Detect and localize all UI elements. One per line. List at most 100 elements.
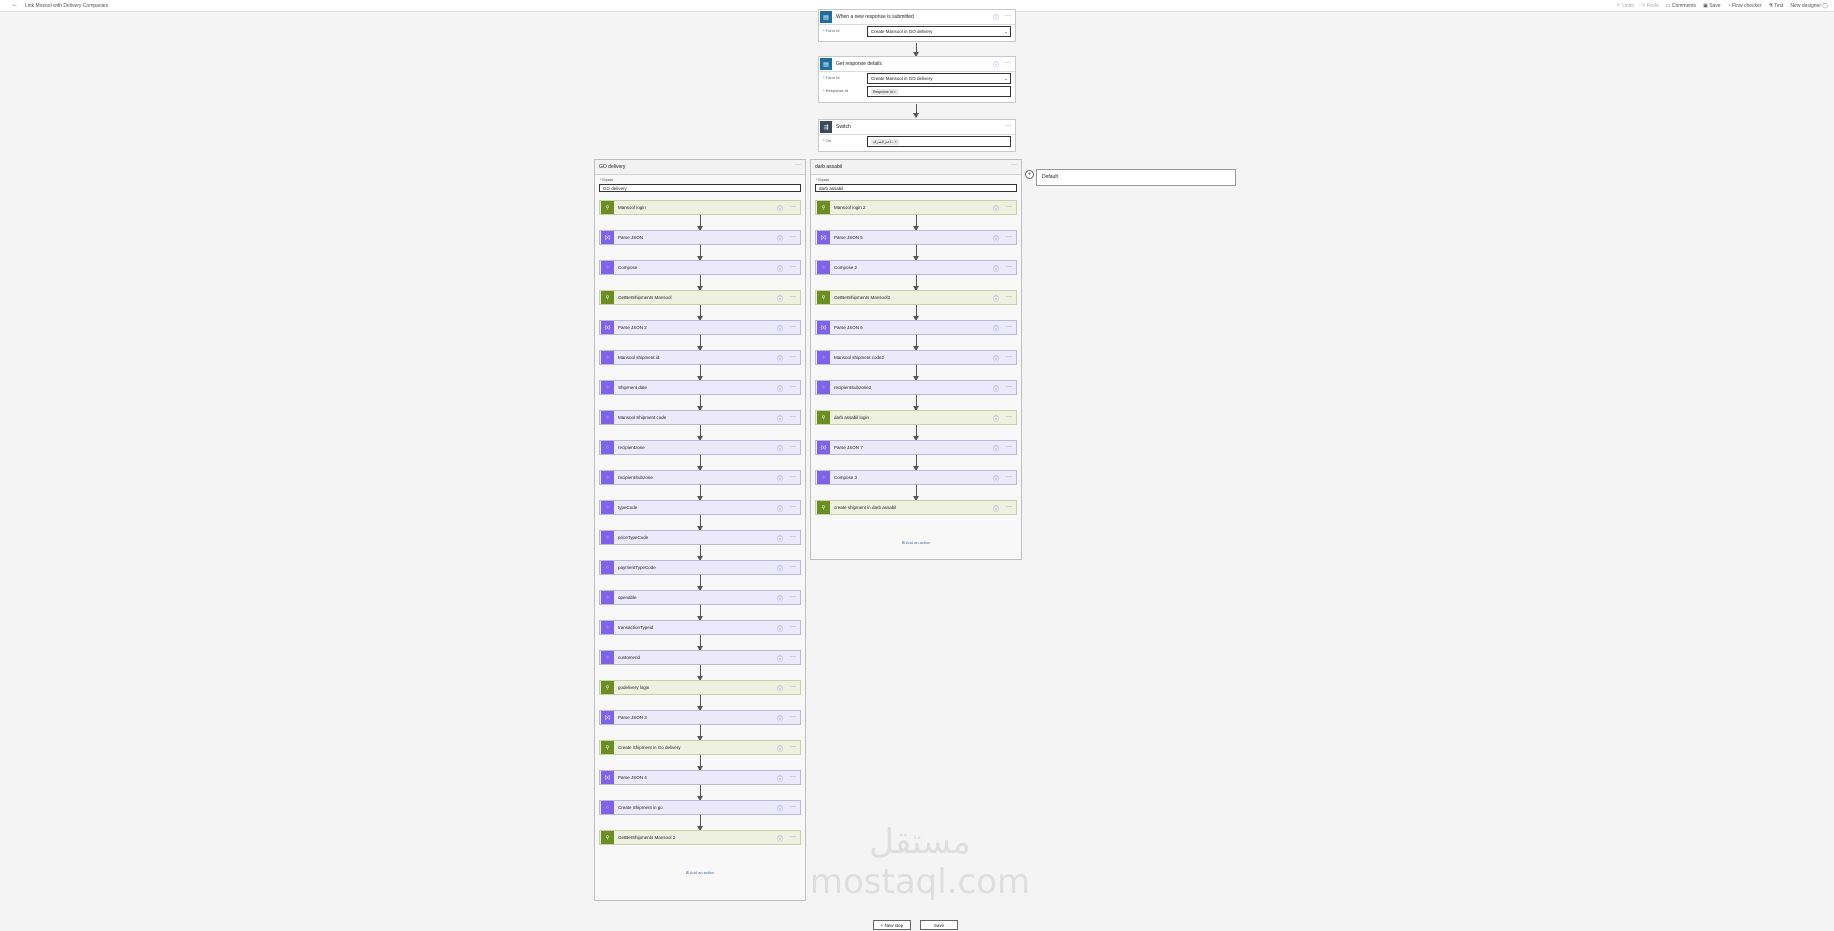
- action-card[interactable]: ⁘ recipientSubzone ⓘ ···: [599, 470, 801, 485]
- action-card[interactable]: ⚲ Create Shipment in Go delivery ⓘ ···: [599, 740, 801, 755]
- action-card[interactable]: {x} Parse JSON ⓘ ···: [599, 230, 801, 245]
- more-options-icon[interactable]: ···: [790, 744, 796, 753]
- help-icon[interactable]: ⓘ: [993, 13, 999, 22]
- dynamic-token[interactable]: Response Id ×: [871, 89, 898, 95]
- more-options-icon[interactable]: ···: [790, 414, 796, 423]
- action-card[interactable]: ⚲ darb assabil login ⓘ ···: [815, 410, 1017, 425]
- more-options-icon[interactable]: ···: [795, 162, 801, 168]
- add-action-button[interactable]: ⊞ Add an action: [595, 870, 805, 875]
- more-options-icon[interactable]: ···: [1006, 324, 1012, 333]
- action-card[interactable]: ⁘ recipientzone ⓘ ···: [599, 440, 801, 455]
- help-icon[interactable]: ⓘ: [777, 264, 783, 273]
- help-icon[interactable]: ⓘ: [777, 234, 783, 243]
- form-id-select[interactable]: Create Mansool in GO delivery ⌄: [867, 26, 1011, 37]
- more-options-icon[interactable]: ···: [1006, 264, 1012, 273]
- help-icon[interactable]: ⓘ: [777, 294, 783, 303]
- more-options-icon[interactable]: ···: [1006, 444, 1012, 453]
- more-options-icon[interactable]: ···: [1011, 162, 1017, 168]
- action-card[interactable]: ⚲ GetBetShipments Mansool 2 ⓘ ···: [599, 830, 801, 845]
- action-card[interactable]: ⁘ Compose 3 ⓘ ···: [815, 470, 1017, 485]
- add-case-icon[interactable]: +: [1025, 170, 1034, 179]
- action-card[interactable]: {x} Parse JSON 5 ⓘ ···: [815, 230, 1017, 245]
- switch-card[interactable]: ⇶ Switch ··· * On اختر الشركة... ×: [818, 119, 1016, 152]
- help-icon[interactable]: ⓘ: [777, 444, 783, 453]
- action-card[interactable]: ⁘ Compose ⓘ ···: [599, 260, 801, 275]
- add-action-button[interactable]: ⊞ Add an action: [811, 540, 1021, 545]
- action-card[interactable]: ⁘ openable ⓘ ···: [599, 590, 801, 605]
- action-card[interactable]: ⁘ Mansool Shipment code ⓘ ···: [599, 410, 801, 425]
- action-card[interactable]: ⚲ Mansool login 2 ⓘ ···: [815, 200, 1017, 215]
- action-card[interactable]: {x} Parse JSON 4 ⓘ ···: [599, 770, 801, 785]
- case-darb-assabil[interactable]: darb assabil ··· * Equals darb assabil ⚲ M…: [810, 159, 1022, 560]
- action-card[interactable]: ⁘ priceTypeCode ⓘ ···: [599, 530, 801, 545]
- more-options-icon[interactable]: ···: [1005, 13, 1011, 22]
- action-card[interactable]: ⁘ typeCode ⓘ ···: [599, 500, 801, 515]
- trigger-card[interactable]: ▤ When a new response is submitted ⓘ ··· …: [818, 9, 1016, 42]
- action-card[interactable]: ⁘ Mansool shipment id ⓘ ···: [599, 350, 801, 365]
- flow-checker-button[interactable]: ◔ Flow checker: [1728, 3, 1762, 9]
- more-options-icon[interactable]: ···: [790, 654, 796, 663]
- help-icon[interactable]: ⓘ: [993, 204, 999, 213]
- more-options-icon[interactable]: ···: [790, 714, 796, 723]
- help-icon[interactable]: ⓘ: [993, 354, 999, 363]
- action-card[interactable]: ⁘ transactionTypeid ⓘ ···: [599, 620, 801, 635]
- action-card[interactable]: {x} Parse JSON 2 ⓘ ···: [599, 320, 801, 335]
- help-icon[interactable]: ⓘ: [993, 444, 999, 453]
- back-arrow-icon[interactable]: ←: [12, 2, 18, 8]
- response-id-input[interactable]: Response Id ×: [867, 86, 1011, 97]
- help-icon[interactable]: ⓘ: [993, 384, 999, 393]
- get-response-card[interactable]: ▤ Get response details ⓘ ··· * Form Id Cr…: [818, 56, 1016, 103]
- action-card[interactable]: {x} Parse JSON 3 ⓘ ···: [599, 710, 801, 725]
- help-icon[interactable]: ⓘ: [777, 624, 783, 633]
- more-options-icon[interactable]: ···: [1006, 474, 1012, 483]
- action-card[interactable]: ⚲ Mansool login ⓘ ···: [599, 200, 801, 215]
- help-icon[interactable]: ⓘ: [777, 474, 783, 483]
- more-options-icon[interactable]: ···: [1005, 123, 1011, 129]
- more-options-icon[interactable]: ···: [790, 234, 796, 243]
- more-options-icon[interactable]: ···: [790, 444, 796, 453]
- undo-button[interactable]: ↶ Undo: [1617, 3, 1635, 9]
- action-card[interactable]: ⁘ Mansool shipment code2 ⓘ ···: [815, 350, 1017, 365]
- action-card[interactable]: ⁘ customerid ⓘ ···: [599, 650, 801, 665]
- equals-input[interactable]: GO delivery: [599, 184, 801, 192]
- help-icon[interactable]: ⓘ: [777, 774, 783, 783]
- more-options-icon[interactable]: ···: [790, 534, 796, 543]
- help-icon[interactable]: ⓘ: [993, 324, 999, 333]
- help-icon[interactable]: ⓘ: [777, 204, 783, 213]
- more-options-icon[interactable]: ···: [790, 774, 796, 783]
- on-input[interactable]: اختر الشركة... ×: [867, 136, 1011, 147]
- action-card[interactable]: ⚲ GetBetShipments Mansool ⓘ ···: [599, 290, 801, 305]
- help-icon[interactable]: ⓘ: [993, 264, 999, 273]
- action-card[interactable]: ⁘ Shipment date ⓘ ···: [599, 380, 801, 395]
- more-options-icon[interactable]: ···: [1006, 234, 1012, 243]
- help-icon[interactable]: ⓘ: [777, 324, 783, 333]
- more-options-icon[interactable]: ···: [1006, 414, 1012, 423]
- more-options-icon[interactable]: ···: [790, 474, 796, 483]
- action-card[interactable]: {x} Parse JSON 7 ⓘ ···: [815, 440, 1017, 455]
- action-card[interactable]: ⁘ recipientSubzone2 ⓘ ···: [815, 380, 1017, 395]
- comments-button[interactable]: ▭ Comments: [1666, 3, 1696, 9]
- help-icon[interactable]: ⓘ: [993, 234, 999, 243]
- more-options-icon[interactable]: ···: [1006, 354, 1012, 363]
- help-icon[interactable]: ⓘ: [993, 60, 999, 69]
- help-icon[interactable]: ⓘ: [993, 474, 999, 483]
- help-icon[interactable]: ⓘ: [777, 594, 783, 603]
- form-id-select[interactable]: Create Mansool in GO delivery ⌄: [867, 73, 1011, 84]
- help-icon[interactable]: ⓘ: [993, 294, 999, 303]
- action-card[interactable]: ⚲ godelivery login ⓘ ···: [599, 680, 801, 695]
- help-icon[interactable]: ⓘ: [777, 684, 783, 693]
- help-icon[interactable]: ⓘ: [993, 504, 999, 513]
- help-icon[interactable]: ⓘ: [777, 534, 783, 543]
- help-icon[interactable]: ⓘ: [777, 384, 783, 393]
- help-icon[interactable]: ⓘ: [777, 654, 783, 663]
- help-icon[interactable]: ⓘ: [993, 414, 999, 423]
- help-icon[interactable]: ⓘ: [777, 564, 783, 573]
- more-options-icon[interactable]: ···: [1005, 60, 1011, 69]
- action-card[interactable]: {x} Parse JSON 6 ⓘ ···: [815, 320, 1017, 335]
- more-options-icon[interactable]: ···: [1006, 504, 1012, 513]
- more-options-icon[interactable]: ···: [790, 834, 796, 843]
- more-options-icon[interactable]: ···: [790, 324, 796, 333]
- new-step-button[interactable]: + New step: [873, 920, 911, 930]
- more-options-icon[interactable]: ···: [790, 804, 796, 813]
- more-options-icon[interactable]: ···: [1006, 294, 1012, 303]
